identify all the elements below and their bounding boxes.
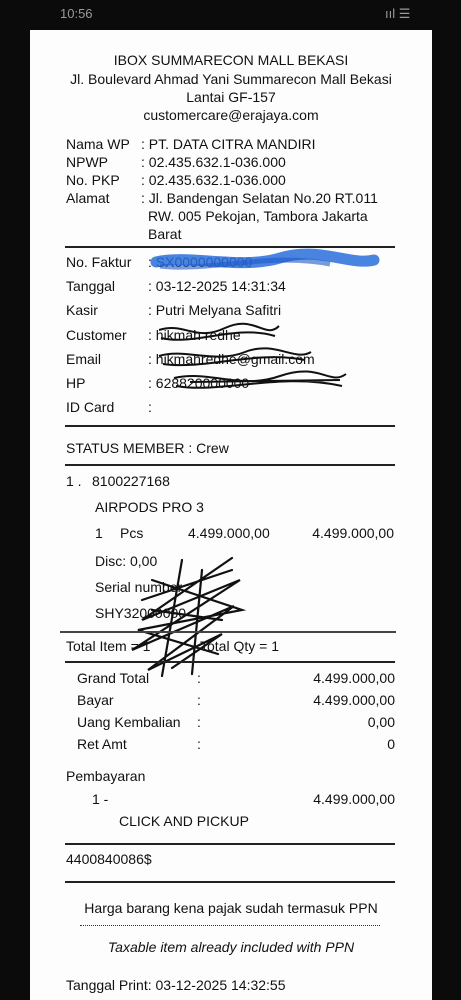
redaction-blue-marker [150, 248, 380, 270]
hp-label: HP [66, 375, 86, 391]
kembalian-label: Uang Kembalian [77, 714, 181, 730]
payment-amount: 4.499.000,00 [313, 791, 395, 807]
payment-index: 1 - [92, 791, 109, 807]
store-email: customercare@erajaya.com [143, 107, 319, 123]
item-unit: Pcs [120, 525, 144, 541]
ret-amt-value: 0 [387, 736, 395, 752]
grand-total-value: 4.499.000,00 [313, 670, 395, 686]
bayar-label: Bayar [77, 692, 114, 708]
store-name: IBOX SUMMARECON MALL BEKASI [113, 52, 349, 68]
colon: : [197, 692, 201, 708]
item-index: 1 . [66, 473, 82, 489]
divider [60, 631, 396, 633]
tanggal-label: Tanggal [66, 278, 116, 294]
grand-total-label: Grand Total [77, 670, 150, 686]
alamat-line1: : Jl. Bandengan Selatan No.20 RT.011 [141, 190, 378, 206]
alamat-label: Alamat [66, 190, 110, 206]
member-status: STATUS MEMBER : Crew [66, 440, 229, 456]
barcode-text: 4400840086$ [66, 851, 152, 867]
bayar-value: 4.499.000,00 [313, 692, 395, 708]
item-code: 8100227168 [92, 473, 170, 489]
idcard-value: : [148, 399, 152, 415]
divider [65, 464, 395, 466]
nama-wp-label: Nama WP [66, 136, 130, 152]
tanggal-value: : 03-12-2025 14:31:34 [148, 278, 286, 294]
phone-status-bar: 10:56 ııl ☰ [0, 0, 461, 30]
status-time: 10:56 [60, 6, 93, 21]
dotted-divider [80, 925, 380, 926]
item-name: AIRPODS PRO 3 [95, 499, 204, 515]
divider [65, 843, 395, 845]
idcard-label: ID Card [66, 399, 115, 415]
kembalian-value: 0,00 [367, 714, 395, 730]
colon: : [197, 736, 201, 752]
store-address-line2: Lantai GF-157 [186, 89, 276, 105]
faktur-label: No. Faktur [66, 254, 132, 270]
divider [65, 661, 395, 663]
email-label: Email [66, 351, 102, 367]
colon: : [197, 670, 201, 686]
item-subtotal: 4.499.000,00 [312, 525, 394, 541]
customer-label: Customer [66, 327, 127, 343]
kasir-value: : Putri Melyana Safitri [148, 302, 282, 318]
payment-method: CLICK AND PICKUP [119, 813, 249, 829]
colon: : [197, 714, 201, 730]
divider [65, 881, 395, 883]
pkp-label: No. PKP [66, 172, 120, 188]
alamat-line3: Barat [148, 226, 182, 242]
ppn-note: Harga barang kena pajak sudah termasuk P… [84, 900, 378, 916]
signal-icon: ııl ☰ [385, 6, 411, 21]
redaction-scribble-hp [173, 370, 347, 389]
item-price: 4.499.000,00 [188, 525, 270, 541]
nama-wp-value: : PT. DATA CITRA MANDIRI [141, 136, 316, 152]
print-date: Tanggal Print: 03-12-2025 14:32:55 [66, 977, 286, 993]
payment-heading: Pembayaran [66, 768, 146, 784]
kasir-label: Kasir [66, 302, 98, 318]
alamat-line2: RW. 005 Pekojan, Tambora Jakarta [148, 208, 368, 224]
total-qty: Total Qty = 1 [200, 638, 279, 654]
store-address-line1: Jl. Boulevard Ahmad Yani Summarecon Mall… [70, 71, 392, 87]
pkp-value: : 02.435.632.1-036.000 [141, 172, 286, 188]
receipt-paper: IBOX SUMMARECON MALL BEKASI Jl. Boulevar… [30, 30, 432, 1000]
divider [65, 425, 395, 427]
npwp-label: NPWP [66, 154, 108, 170]
item-qty: 1 [95, 525, 103, 541]
npwp-value: : 02.435.632.1-036.000 [141, 154, 286, 170]
total-item: Total Item = 1 [66, 638, 151, 654]
ret-amt-label: Ret Amt [77, 736, 127, 752]
ppn-note-en: Taxable item already included with PPN [107, 939, 355, 955]
